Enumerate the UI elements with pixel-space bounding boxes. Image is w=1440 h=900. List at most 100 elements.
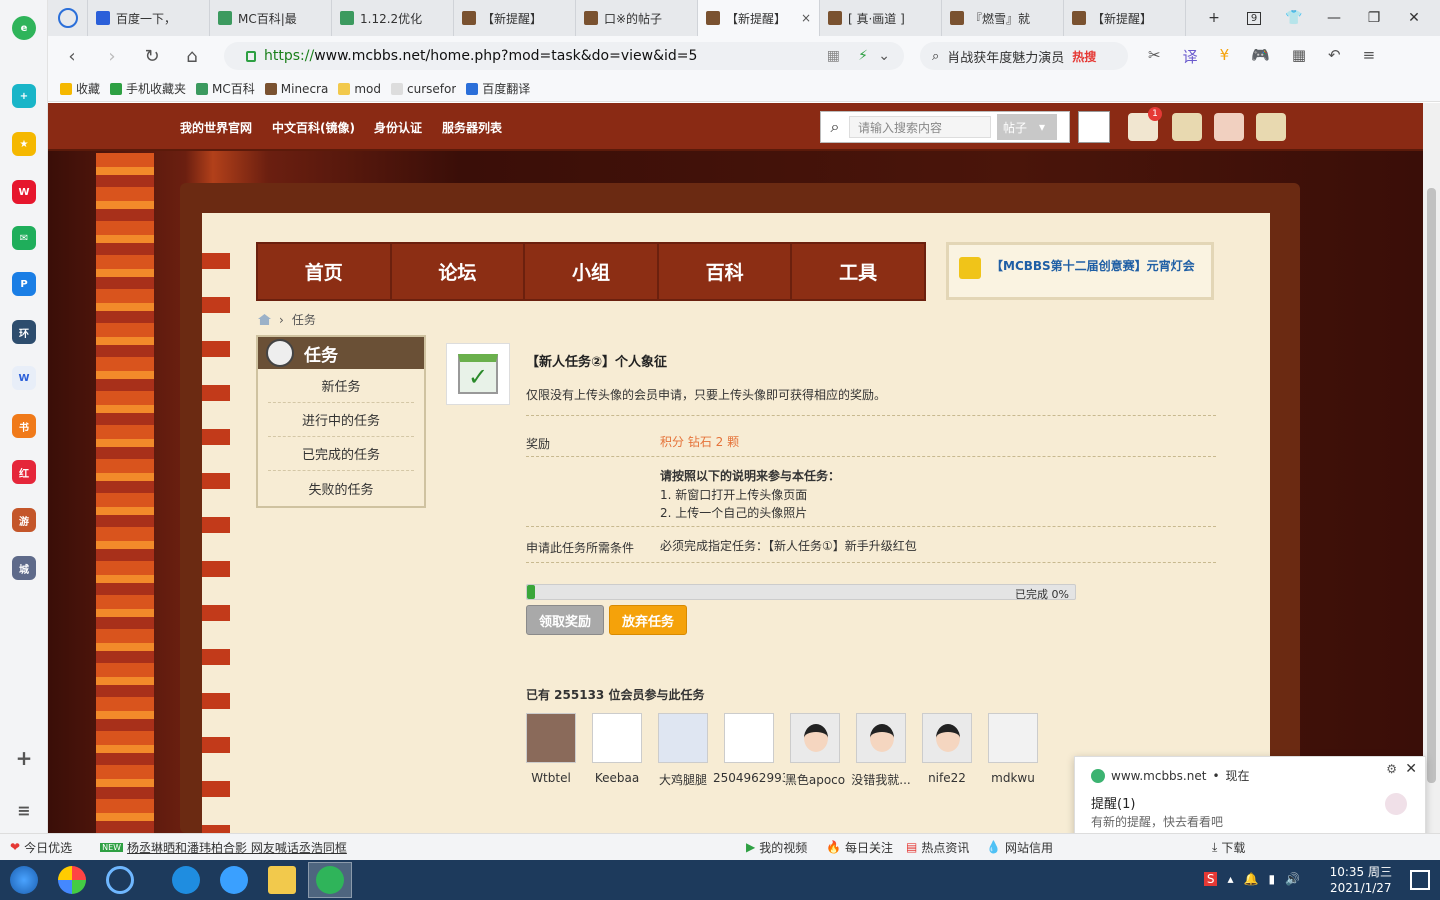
- nav-link-auth[interactable]: 身份认证: [374, 119, 422, 136]
- member-item[interactable]: 2504962993: [713, 713, 785, 788]
- member-avatar[interactable]: [592, 713, 642, 763]
- browser-tab[interactable]: [ 真·画道 ]: [820, 0, 942, 36]
- main-nav-group[interactable]: 小组: [525, 244, 659, 299]
- nav-link-wiki[interactable]: 中文百科(镜像): [272, 119, 355, 136]
- claim-reward-button[interactable]: 领取奖励: [526, 605, 605, 635]
- document-icon[interactable]: W: [12, 366, 36, 390]
- status-my-videos[interactable]: ▶ 我的视频: [746, 839, 807, 856]
- home-button[interactable]: ⌂: [172, 36, 212, 76]
- main-nav-forum[interactable]: 论坛: [392, 244, 526, 299]
- member-avatar[interactable]: [724, 713, 774, 763]
- palette-icon[interactable]: [1256, 113, 1286, 141]
- browser-tab[interactable]: 【新提醒】: [454, 0, 576, 36]
- nav-link-official[interactable]: 我的世界官网: [180, 119, 252, 136]
- browser-tab[interactable]: 【新提醒】: [1064, 0, 1186, 36]
- menu-icon[interactable]: ≡: [1363, 46, 1376, 67]
- nav-link-servers[interactable]: 服务器列表: [442, 119, 502, 136]
- lightning-icon[interactable]: ⚡: [858, 48, 868, 64]
- bookmark-mcmod[interactable]: MC百科: [196, 80, 255, 97]
- status-site-credit[interactable]: 💧 网站信用: [986, 839, 1053, 856]
- coin-icon[interactable]: ¥: [1220, 46, 1230, 67]
- gear-icon[interactable]: ⚙: [1386, 762, 1397, 776]
- member-name[interactable]: Wtbtel: [515, 771, 587, 785]
- member-name[interactable]: nife22: [911, 771, 983, 785]
- restore-button[interactable]: ❐: [1354, 0, 1394, 36]
- ip-icon[interactable]: P: [12, 272, 36, 296]
- browser-logo-icon[interactable]: e: [12, 16, 36, 40]
- list-icon[interactable]: ≡: [12, 798, 36, 822]
- action-center-icon[interactable]: [1410, 870, 1430, 890]
- browser-tab[interactable]: 1.12.2优化: [332, 0, 454, 36]
- task-menu-completed[interactable]: 已完成的任务: [268, 437, 414, 471]
- minimize-button[interactable]: —: [1314, 0, 1354, 36]
- clock[interactable]: 10:35 周三 2021/1/27: [1330, 864, 1392, 896]
- status-download[interactable]: ⤓ 下载: [1212, 839, 1245, 856]
- status-daily-focus[interactable]: 🔥 每日关注: [826, 839, 893, 856]
- notification-icon[interactable]: 🔔: [1243, 872, 1258, 886]
- shopping-icon[interactable]: 红: [12, 460, 36, 484]
- member-name[interactable]: mdkwu: [977, 771, 1049, 785]
- game2-icon[interactable]: 城: [12, 556, 36, 580]
- status-hot-news[interactable]: ▤ 热点资讯: [906, 839, 969, 856]
- potion-icon[interactable]: [1214, 113, 1244, 141]
- close-window-button[interactable]: ✕: [1394, 0, 1434, 36]
- main-nav-wiki[interactable]: 百科: [659, 244, 793, 299]
- skin-icon[interactable]: 👕: [1274, 0, 1314, 36]
- notification-popup[interactable]: www.mcbbs.net • 现在 ⚙ ✕ 提醒(1) 有新的提醒，快去看看吧: [1074, 756, 1426, 844]
- member-name[interactable]: 2504962993: [713, 771, 785, 785]
- member-item[interactable]: 大鸡腿腿: [658, 713, 708, 788]
- search-icon[interactable]: ⌕: [821, 117, 849, 137]
- game-icon[interactable]: 游: [12, 508, 36, 532]
- taskbar-app-360[interactable]: [50, 862, 94, 898]
- bookmark-minecraft[interactable]: Minecra: [264, 82, 328, 96]
- task-menu-failed[interactable]: 失败的任务: [268, 471, 414, 505]
- member-item[interactable]: 没错我就...: [851, 713, 911, 788]
- translate-icon[interactable]: 译: [1183, 46, 1198, 67]
- qr-icon[interactable]: ▦: [827, 48, 840, 64]
- taskbar-app-browser[interactable]: [308, 862, 352, 898]
- announcement-link[interactable]: 【MCBBS第十二届创意赛】元宵灯会: [991, 257, 1195, 274]
- status-news-ticker[interactable]: NEW 杨丞琳晒和潘玮柏合影 网友喊话丞浩同框: [100, 839, 347, 856]
- abandon-task-button[interactable]: 放弃任务: [609, 605, 688, 635]
- reload-button[interactable]: ↻: [132, 36, 172, 76]
- network-icon[interactable]: ▮: [1268, 872, 1275, 886]
- member-name[interactable]: Keebaa: [581, 771, 653, 785]
- ime-icon[interactable]: S: [1203, 872, 1218, 886]
- member-avatar[interactable]: [658, 713, 708, 763]
- member-item[interactable]: mdkwu: [988, 713, 1038, 788]
- search-type-select[interactable]: 帖子 ▾: [997, 114, 1057, 140]
- member-avatar[interactable]: [526, 713, 576, 763]
- weibo-icon[interactable]: W: [12, 180, 36, 204]
- add-icon[interactable]: +: [12, 746, 36, 770]
- taskbar-app-ie[interactable]: [212, 862, 256, 898]
- scissors-icon[interactable]: ✂: [1148, 46, 1161, 67]
- browser-tab[interactable]: 【新提醒】 ×: [698, 0, 820, 36]
- tab-count-badge[interactable]: 9: [1234, 0, 1274, 36]
- url-field[interactable]: https://www.mcbbs.net/home.php?mod=task&…: [224, 42, 904, 70]
- member-avatar[interactable]: [790, 713, 840, 763]
- forward-button[interactable]: ›: [92, 36, 132, 76]
- member-item[interactable]: nife22: [922, 713, 972, 788]
- bookmark-curseforge[interactable]: cursefor: [390, 82, 456, 96]
- browser-tab[interactable]: MC百科|最: [210, 0, 332, 36]
- taskbar-app-search[interactable]: [98, 862, 142, 898]
- bookmark-mobile[interactable]: 手机收藏夹: [110, 80, 186, 97]
- gamepad-icon[interactable]: 🎮: [1251, 46, 1270, 67]
- box-icon[interactable]: [1172, 113, 1202, 141]
- main-nav-tools[interactable]: 工具: [792, 244, 924, 299]
- member-item[interactable]: Keebaa: [592, 713, 642, 788]
- status-today-picks[interactable]: ❤ 今日优选: [10, 839, 72, 856]
- breadcrumb-current[interactable]: 任务: [292, 311, 316, 328]
- navigate-button[interactable]: [48, 0, 88, 36]
- add-app-icon[interactable]: +: [12, 84, 36, 108]
- bookmark-mod[interactable]: mod: [338, 82, 381, 96]
- mail-icon[interactable]: ✉: [12, 226, 36, 250]
- chevron-down-icon[interactable]: ⌄: [878, 48, 890, 64]
- browser-tab[interactable]: 『燃雪』就: [942, 0, 1064, 36]
- page-scrollbar[interactable]: [1423, 103, 1440, 833]
- member-avatar[interactable]: [988, 713, 1038, 763]
- member-avatar[interactable]: [922, 713, 972, 763]
- site-search-input[interactable]: 请输入搜索内容: [849, 116, 991, 138]
- user-avatar[interactable]: [1078, 111, 1110, 143]
- novel-icon[interactable]: 书: [12, 414, 36, 438]
